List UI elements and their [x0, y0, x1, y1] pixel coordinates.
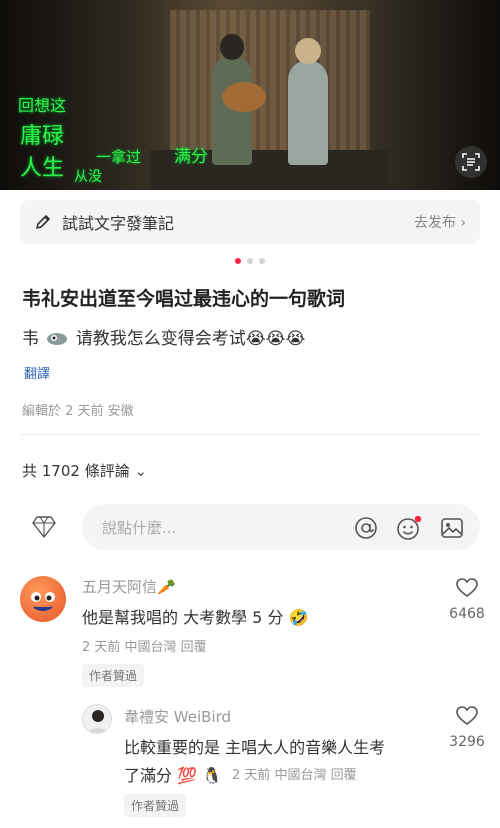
author-liked-badge: 作者贊過	[124, 794, 187, 817]
lyric-line-5: 一拿过	[96, 148, 142, 166]
write-note-bar[interactable]: 試試文字發筆記 去发布 ›	[20, 200, 480, 244]
like-count: 3296	[449, 734, 485, 750]
comment-count-label: 共 1702 條評論	[22, 462, 130, 480]
author-liked-badge: 作者贊過	[82, 664, 145, 687]
guitar	[222, 82, 266, 112]
comment-input-row: 說點什麼...	[20, 504, 480, 550]
like-count: 6468	[449, 606, 485, 622]
lyric-line-1: 回想这	[18, 96, 67, 115]
comment-input-placeholder: 說點什麼...	[102, 518, 177, 537]
performer-right	[288, 60, 328, 165]
lyric-line-4: 从没	[74, 169, 102, 185]
avatar[interactable]	[20, 576, 66, 622]
emoji-icon[interactable]	[396, 516, 422, 540]
comment-meta[interactable]: 2 天前 中國台灣 回覆	[82, 636, 207, 655]
image-pagination	[0, 258, 500, 264]
performer-right-head	[295, 38, 321, 64]
comment-author[interactable]: 韋禮安 WeiBird	[124, 706, 231, 727]
post-image[interactable]: 回想这 庸碌 人生 从没 一拿过 满分	[0, 0, 500, 190]
performer-left-head	[220, 34, 244, 60]
chevron-down-icon: ⌄	[134, 462, 148, 480]
heart-icon[interactable]	[456, 578, 478, 598]
translate-link[interactable]: 翻譯	[24, 363, 50, 382]
avatar[interactable]	[82, 704, 112, 734]
write-note-label: 試試文字發筆記	[62, 214, 175, 233]
comment-count[interactable]: 共 1702 條評論 ⌄	[22, 460, 147, 481]
comment-meta[interactable]: 2 天前 中國台灣 回覆	[232, 764, 357, 783]
person-photo-icon	[87, 710, 109, 733]
post-body-text: 请教我怎么变得会考试😭😭😭	[75, 329, 306, 349]
post-body-prefix: 韦	[22, 329, 39, 349]
lyric-line-2: 庸碌	[20, 124, 65, 149]
pencil-icon	[36, 215, 50, 229]
cartoon-face-icon	[31, 592, 55, 611]
image-icon[interactable]	[440, 516, 464, 540]
reply-item: 韋禮安 WeiBird 比較重要的是 主唱大人的音樂人生考 了滿分 💯 🐧 2 …	[0, 700, 500, 820]
post-meta: 編輯於 2 天前 安徽	[22, 404, 134, 419]
scan-text-icon	[462, 153, 480, 171]
text-recognition-button[interactable]	[455, 146, 487, 178]
comment-item: 五月天阿信🥕 他是幫我唱的 大考數學 5 分 🤣 2 天前 中國台灣 回覆 作者…	[0, 568, 500, 688]
lyric-line-3: 人生	[20, 156, 65, 181]
comment-text: 他是幫我唱的 大考數學 5 分 🤣	[82, 608, 309, 627]
wood-backdrop	[170, 10, 370, 160]
pagination-dot[interactable]	[247, 258, 253, 264]
post-body: 韦 请教我怎么变得会考试😭😭😭	[22, 324, 305, 349]
diamond-icon[interactable]	[32, 516, 56, 538]
heart-icon[interactable]	[456, 706, 478, 726]
bird-emoji-icon	[47, 333, 68, 345]
mention-icon[interactable]	[354, 516, 378, 540]
divider	[20, 434, 480, 435]
post-title: 韦礼安出道至今唱过最违心的一句歌词	[22, 288, 346, 310]
comment-text-line1: 比較重要的是 主唱大人的音樂人生考	[124, 738, 386, 757]
lyric-line-6: 满分	[174, 147, 208, 167]
publish-link[interactable]: 去发布 ›	[414, 212, 466, 232]
comment-text-line2: 了滿分 💯 🐧	[124, 766, 223, 785]
comment-author[interactable]: 五月天阿信🥕	[82, 576, 176, 597]
pagination-dot-active[interactable]	[235, 258, 241, 264]
pagination-dot[interactable]	[259, 258, 265, 264]
